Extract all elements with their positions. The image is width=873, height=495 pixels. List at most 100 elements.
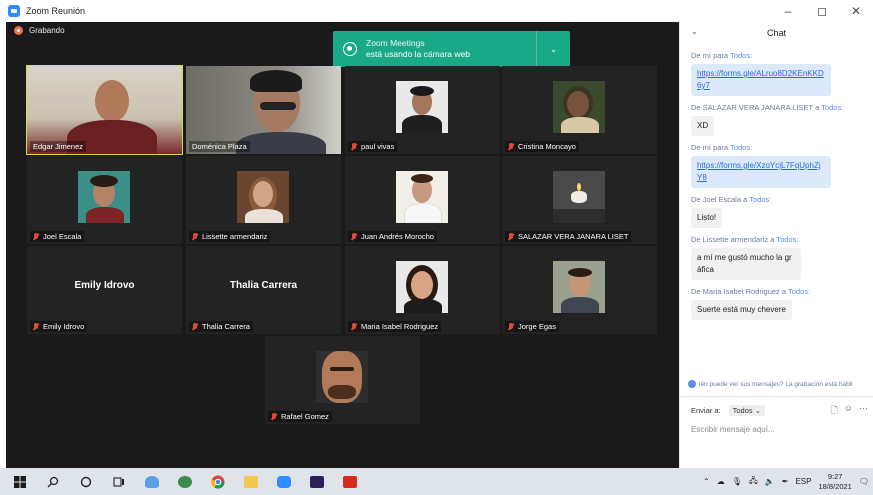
adobe-premiere-icon[interactable] xyxy=(309,474,325,490)
message-link[interactable]: https://forms.gle/XzoYcjL7FqUphZjY8 xyxy=(691,156,831,188)
muted-mic-icon xyxy=(192,232,198,241)
title-bar: Zoom Reunión – ◻ ✕ xyxy=(0,0,873,22)
clock[interactable]: 9:27 18/8/2021 xyxy=(818,472,851,492)
pen-icon[interactable]: ✒ xyxy=(782,477,789,486)
participant-photo xyxy=(396,171,448,223)
close-button[interactable]: ✕ xyxy=(839,0,873,22)
recording-icon xyxy=(14,26,23,35)
chat-message: De SALAZAR VERA JANARA LISET a Todos: XD xyxy=(680,103,873,136)
photos-app-icon[interactable] xyxy=(177,474,193,490)
zoom-taskbar-icon[interactable] xyxy=(276,474,292,490)
participant-photo xyxy=(316,351,368,403)
more-options-icon[interactable]: ··· xyxy=(859,403,868,419)
send-to-dropdown[interactable]: Todos ⌄ xyxy=(728,405,765,416)
participant-photo xyxy=(553,81,605,133)
participant-name: Lissette armendariz xyxy=(189,231,271,242)
chat-message: De Lissette armendariz a Todos: a mí me … xyxy=(680,235,873,280)
message-sender: De mí para Todos: xyxy=(691,51,753,60)
participant-photo xyxy=(78,171,130,223)
participant-name: Thalia Carrera xyxy=(189,321,253,332)
people-icon xyxy=(688,380,696,388)
video-tile-juan-andres-morocho[interactable]: Juan Andrés Morocho xyxy=(345,156,500,244)
chat-message: De mí para Todos: https://forms.gle/XzoY… xyxy=(680,143,873,188)
message-text: Suerte está muy chevere xyxy=(691,300,792,320)
emoji-icon[interactable]: ☺ xyxy=(844,403,853,419)
video-tile-edgar-jimenez[interactable]: Edgar Jimenez xyxy=(26,65,183,155)
send-to-label: Enviar a: xyxy=(691,406,721,415)
minimize-button[interactable]: – xyxy=(771,0,805,22)
muted-mic-icon xyxy=(33,322,39,331)
participant-name: SALAZAR VERA JANARA LISET xyxy=(505,231,632,242)
webcam-icon xyxy=(343,42,357,56)
chat-message-input[interactable]: Escribir mensaje aquí... xyxy=(691,425,775,434)
video-tile-thalia-carrera[interactable]: Thalia Carrera Thalia Carrera xyxy=(186,246,341,334)
search-icon[interactable] xyxy=(45,474,61,490)
network-icon[interactable]: 🖧 xyxy=(749,475,758,489)
message-sender: De mí para Todos: xyxy=(691,143,753,152)
chrome-icon[interactable] xyxy=(210,474,226,490)
video-tile-joel-escala[interactable]: Joel Escala xyxy=(27,156,182,244)
video-tile-jorge-egas[interactable]: Jorge Egas xyxy=(502,246,657,334)
task-view-icon[interactable] xyxy=(111,474,127,490)
muted-mic-icon xyxy=(508,232,514,241)
microphone-icon[interactable]: 🎙 xyxy=(732,477,742,486)
recording-indicator[interactable]: Grabando xyxy=(14,26,65,35)
muted-mic-icon xyxy=(33,232,39,241)
meeting-video-area: Grabando Zoom Meetings está usando la cá… xyxy=(6,22,679,468)
video-tile-emily-idrovo[interactable]: Emily Idrovo Emily Idrovo xyxy=(27,246,182,334)
chat-input-area: Enviar a: Todos ⌄ 🗋 ☺ ··· Escribir mensa… xyxy=(680,396,873,468)
video-tile-lissette-armendariz[interactable]: Lissette armendariz xyxy=(186,156,341,244)
participant-name-placeholder: Thalia Carrera xyxy=(229,280,298,291)
participant-photo xyxy=(396,261,448,313)
window-controls: – ◻ ✕ xyxy=(771,0,873,22)
participant-photo xyxy=(396,81,448,133)
chat-message: De Maria Isabel Rodriguez a Todos: Suert… xyxy=(680,287,873,320)
cloud-icon[interactable]: ☁ xyxy=(717,477,725,486)
message-sender: De Joel Escala a Todos: xyxy=(691,195,772,204)
file-icon[interactable]: 🗋 xyxy=(831,403,838,419)
zoom-app-icon xyxy=(8,5,20,17)
chat-message: De Joel Escala a Todos: Listo! xyxy=(680,195,873,228)
notice-text: ién puede ver sus mensajes? La grabación… xyxy=(699,380,853,388)
participant-name: Joel Escala xyxy=(30,231,85,242)
notification-app: Zoom Meetings xyxy=(366,38,425,48)
video-tile-domenica-plaza[interactable]: Doménica Plaza xyxy=(186,66,341,154)
window-title: Zoom Reunión xyxy=(26,6,86,16)
notification-text: Zoom Meetings está usando la cámara web xyxy=(366,38,536,60)
maximize-button[interactable]: ◻ xyxy=(805,0,839,22)
video-tile-cristina-moncayo[interactable]: Cristina Moncayo xyxy=(502,66,657,154)
weather-app-icon[interactable] xyxy=(144,474,160,490)
chevron-down-icon[interactable]: ⌄ xyxy=(536,31,570,67)
video-tile-salazar-vera-janara-liset[interactable]: SALAZAR VERA JANARA LISET xyxy=(502,156,657,244)
language-indicator[interactable]: ESP xyxy=(795,477,811,486)
acrobat-reader-icon[interactable] xyxy=(342,474,358,490)
message-text: XD xyxy=(691,116,715,136)
notification-message: está usando la cámara web xyxy=(366,49,470,59)
participant-name: Cristina Moncayo xyxy=(505,141,579,152)
message-link[interactable]: https://forms.gle/ALruo8D2KEnKKD6y7 xyxy=(691,64,831,96)
volume-icon[interactable]: 🔈 xyxy=(765,477,775,486)
camera-notification[interactable]: Zoom Meetings está usando la cámara web … xyxy=(333,31,570,67)
chat-tools: 🗋 ☺ ··· xyxy=(831,403,868,419)
clock-time: 9:27 xyxy=(827,471,843,481)
windows-start-icon[interactable] xyxy=(12,474,28,490)
chat-message: De mí para Todos: https://forms.gle/ALru… xyxy=(680,51,873,96)
video-tile-rafael-gomez[interactable]: Rafael Gomez xyxy=(265,336,420,424)
chat-messages: De mí para Todos: https://forms.gle/ALru… xyxy=(680,51,873,320)
video-tile-maria-isabel-rodriguez[interactable]: Maria Isabel Rodriguez xyxy=(345,246,500,334)
video-tile-paul-vivas[interactable]: paul vivas xyxy=(345,66,500,154)
tray-chevron-icon[interactable]: ⌃ xyxy=(703,477,710,486)
file-explorer-icon[interactable] xyxy=(243,474,259,490)
windows-taskbar: ⌃ ☁ 🎙 🖧 🔈 ✒ ESP 9:27 18/8/2021 🗨 xyxy=(0,468,873,495)
collapse-chevron-icon[interactable]: ⌄ xyxy=(691,27,698,36)
cortana-icon[interactable] xyxy=(78,474,94,490)
chat-visibility-notice[interactable]: ién puede ver sus mensajes? La grabación… xyxy=(688,380,873,388)
notifications-icon[interactable]: 🗨 xyxy=(859,477,869,486)
muted-mic-icon xyxy=(351,142,357,151)
chat-header: ⌄ Chat xyxy=(680,22,873,44)
system-tray: ⌃ ☁ 🎙 🖧 🔈 ✒ ESP 9:27 18/8/2021 🗨 xyxy=(703,468,869,495)
muted-mic-icon xyxy=(351,322,357,331)
message-sender: De Lissette armendariz a Todos: xyxy=(691,235,799,244)
participant-name: paul vivas xyxy=(348,141,398,152)
participant-name: Edgar Jimenez xyxy=(30,141,87,152)
